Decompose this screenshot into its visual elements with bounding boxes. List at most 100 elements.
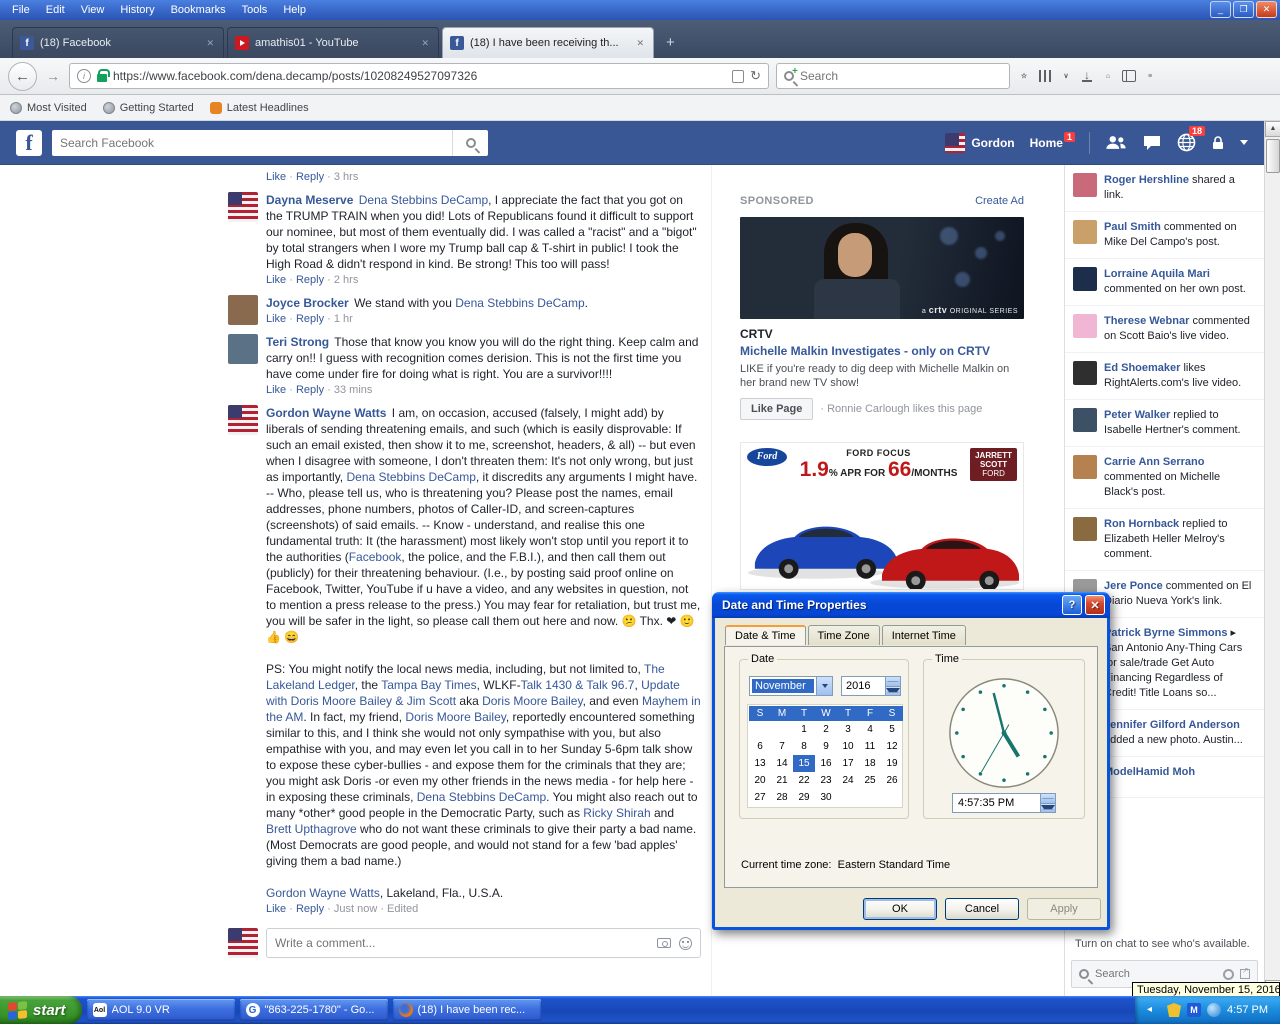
- calendar-day[interactable]: 1: [793, 721, 815, 738]
- sidebar-icon[interactable]: [1122, 69, 1136, 83]
- apply-button[interactable]: Apply: [1027, 898, 1101, 920]
- ticker-search-input[interactable]: [1095, 968, 1217, 980]
- calendar-day[interactable]: 23: [815, 772, 837, 789]
- inline-link[interactable]: Talk 1430 & Talk 96.7: [521, 678, 635, 692]
- privacy-shortcuts-icon[interactable]: [1211, 135, 1225, 151]
- tab-close-icon[interactable]: ✕: [419, 36, 431, 51]
- bookmark-star-icon[interactable]: ☆: [1017, 69, 1031, 83]
- browser-search-bar[interactable]: [776, 63, 1010, 89]
- comment-input[interactable]: [275, 936, 649, 950]
- ticker-name[interactable]: Jere Ponce: [1104, 580, 1163, 592]
- inline-link[interactable]: Facebook: [349, 550, 402, 564]
- home-link[interactable]: Home 1: [1030, 136, 1074, 150]
- new-tab-button[interactable]: +: [657, 30, 684, 58]
- calendar-day[interactable]: 18: [859, 755, 881, 772]
- reload-icon[interactable]: ↻: [750, 68, 761, 84]
- comment-like-link[interactable]: Like: [266, 903, 286, 915]
- ok-button[interactable]: OK: [863, 898, 937, 920]
- calendar-day[interactable]: 7: [771, 738, 793, 755]
- inline-link[interactable]: Dena Stebbins DeCamp: [359, 193, 488, 207]
- tray-orb-icon[interactable]: [1207, 1003, 1221, 1017]
- calendar-day[interactable]: 24: [837, 772, 859, 789]
- inline-link[interactable]: Gordon Wayne Watts: [266, 886, 380, 900]
- comment-reply-link[interactable]: Reply: [296, 171, 324, 183]
- ticker-name[interactable]: Peter Walker: [1104, 409, 1170, 421]
- bookmark-item[interactable]: Latest Headlines: [210, 102, 309, 114]
- ticker-item[interactable]: Roger Hershline shared a link.: [1065, 165, 1264, 212]
- calendar-day[interactable]: 12: [881, 738, 903, 755]
- messages-icon[interactable]: [1142, 135, 1162, 151]
- calendar-day[interactable]: 8: [793, 738, 815, 755]
- bookmark-item[interactable]: Getting Started: [103, 102, 194, 114]
- calendar-day[interactable]: 25: [859, 772, 881, 789]
- time-down-icon[interactable]: [1041, 804, 1055, 813]
- hamburger-menu-icon[interactable]: ≡: [1143, 69, 1157, 83]
- comment-like-link[interactable]: Like: [266, 171, 286, 183]
- ticker-item[interactable]: Carrie Ann Serrano commented on Michelle…: [1065, 447, 1264, 509]
- comment-like-link[interactable]: Like: [266, 313, 286, 325]
- calendar-day[interactable]: 21: [771, 772, 793, 789]
- inline-link[interactable]: Doris Moore Bailey: [482, 694, 582, 708]
- menu-item[interactable]: Help: [275, 1, 314, 19]
- library-icon[interactable]: [1038, 69, 1052, 83]
- dialog-title-bar[interactable]: Date and Time Properties ? ✕: [712, 592, 1110, 618]
- ticker-name[interactable]: Paul Smith: [1104, 221, 1161, 233]
- calendar-day[interactable]: 5: [881, 721, 903, 738]
- comment-like-link[interactable]: Like: [266, 384, 286, 396]
- tab-close-icon[interactable]: ✕: [204, 36, 216, 51]
- calendar-day[interactable]: 10: [837, 738, 859, 755]
- inline-link[interactable]: Doris Moore Bailey: [405, 710, 505, 724]
- ticker-item[interactable]: Ed Shoemaker likes RightAlerts.com's liv…: [1065, 353, 1264, 400]
- comment-reply-link[interactable]: Reply: [296, 274, 324, 286]
- calendar-day[interactable]: 14: [771, 755, 793, 772]
- calendar-day[interactable]: 4: [859, 721, 881, 738]
- taskbar-button[interactable]: G"863-225-1780" - Go...: [240, 999, 388, 1021]
- taskbar-button[interactable]: (18) I have been rec...: [393, 999, 541, 1021]
- calendar-day[interactable]: 3: [837, 721, 859, 738]
- ticker-item[interactable]: Lorraine Aquila Mari commented on her ow…: [1065, 259, 1264, 306]
- ticker-name[interactable]: Therese Webnar: [1104, 315, 1189, 327]
- year-down-icon[interactable]: [886, 687, 900, 696]
- calendar-day[interactable]: 26: [881, 772, 903, 789]
- pocket-icon[interactable]: ∨: [1059, 69, 1073, 83]
- facebook-search-button[interactable]: [452, 130, 488, 156]
- user-avatar[interactable]: [228, 405, 258, 435]
- calendar-day[interactable]: 28: [771, 789, 793, 806]
- ad-title-link[interactable]: Michelle Malkin Investigates - only on C…: [740, 344, 1024, 358]
- tab-close-icon[interactable]: ✕: [634, 36, 646, 51]
- back-button[interactable]: ←: [8, 62, 37, 91]
- ticker-name[interactable]: ModelHamid Moh: [1104, 766, 1195, 778]
- account-menu-caret-icon[interactable]: [1240, 140, 1248, 145]
- browser-tab[interactable]: f(18) Facebook✕: [12, 27, 224, 58]
- scroll-up-icon[interactable]: ▲: [1265, 121, 1280, 137]
- month-dropdown-icon[interactable]: [816, 677, 832, 695]
- create-ad-link[interactable]: Create Ad: [975, 195, 1024, 207]
- menu-item[interactable]: File: [4, 1, 38, 19]
- ticker-item[interactable]: Ron Hornback replied to Elizabeth Heller…: [1065, 509, 1264, 571]
- ford-ad[interactable]: Ford FORD FOCUS 1.9% APR FOR 66/MONTHS J…: [740, 442, 1024, 590]
- menu-item[interactable]: View: [73, 1, 113, 19]
- url-bar[interactable]: i ↻: [69, 63, 769, 89]
- scrollbar[interactable]: ▲ ▼: [1264, 121, 1280, 996]
- year-up-icon[interactable]: [886, 677, 900, 687]
- site-info-icon[interactable]: i: [77, 69, 91, 83]
- calendar-day[interactable]: 22: [793, 772, 815, 789]
- menu-item[interactable]: Tools: [234, 1, 276, 19]
- calendar-day[interactable]: 6: [749, 738, 771, 755]
- restore-button[interactable]: ❐: [1233, 1, 1254, 18]
- inline-link[interactable]: Dena Stebbins DeCamp: [417, 790, 546, 804]
- tray-collapse-icon[interactable]: ◂: [1147, 1003, 1161, 1017]
- calendar-day[interactable]: 19: [881, 755, 903, 772]
- ticker-name[interactable]: Ed Shoemaker: [1104, 362, 1180, 374]
- comment-author[interactable]: Joyce Brocker: [266, 296, 349, 310]
- composer-box[interactable]: [266, 928, 701, 958]
- calendar-day[interactable]: 20: [749, 772, 771, 789]
- calendar-day[interactable]: 27: [749, 789, 771, 806]
- facebook-search[interactable]: [52, 130, 488, 156]
- comment-like-link[interactable]: Like: [266, 274, 286, 286]
- user-avatar[interactable]: [228, 295, 258, 325]
- friend-requests-icon[interactable]: [1105, 135, 1127, 150]
- inline-link[interactable]: Tampa Bay Times: [381, 678, 476, 692]
- dialog-tab[interactable]: Time Zone: [808, 625, 880, 645]
- dialog-tab[interactable]: Internet Time: [882, 625, 966, 645]
